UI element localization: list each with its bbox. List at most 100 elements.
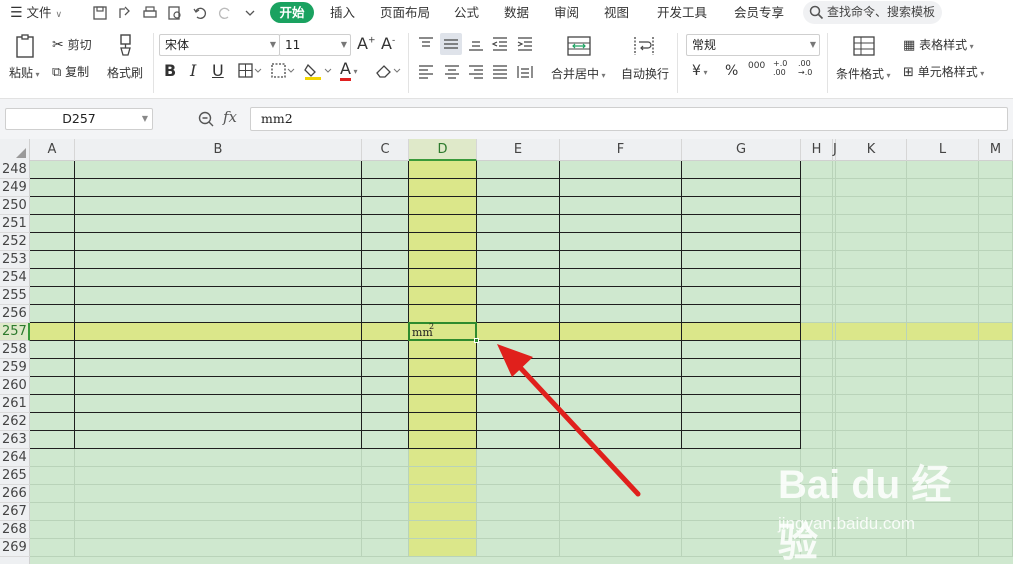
number-format-select[interactable]: 常规 ▼: [686, 34, 820, 56]
formula-input[interactable]: mm2: [250, 107, 1008, 131]
row-header-263[interactable]: 263: [0, 431, 30, 449]
command-search[interactable]: 查找命令、搜索模板: [803, 1, 942, 24]
row-header-260[interactable]: 260: [0, 377, 30, 395]
tab-home[interactable]: 开始: [270, 2, 314, 23]
border-icon[interactable]: [237, 62, 263, 80]
row-header-251[interactable]: 251: [0, 215, 30, 233]
conditional-format-button[interactable]: 条件格式 ▾: [836, 65, 891, 82]
bold-button[interactable]: B: [164, 61, 176, 80]
zoom-icon[interactable]: [197, 110, 215, 128]
format-painter-icon[interactable]: [116, 33, 136, 57]
decrease-font-icon[interactable]: A-: [381, 34, 395, 53]
fx-icon[interactable]: fx: [223, 108, 237, 126]
distributed-icon[interactable]: [516, 64, 534, 80]
column-header-e[interactable]: E: [477, 139, 560, 161]
row-header-259[interactable]: 259: [0, 359, 30, 377]
decrease-decimal-button[interactable]: .00 →.0: [798, 59, 812, 77]
selected-cell[interactable]: mm 2: [408, 322, 477, 341]
merge-center-icon[interactable]: [566, 35, 592, 57]
file-menu[interactable]: ☰ 文件 ∨: [10, 0, 62, 26]
row-header-257[interactable]: 257: [0, 323, 30, 341]
row-header-248[interactable]: 248: [0, 161, 30, 179]
row-header-267[interactable]: 267: [0, 503, 30, 521]
row-header-269[interactable]: 269: [0, 539, 30, 557]
table-style-button[interactable]: ▦ 表格样式 ▾: [903, 36, 974, 53]
column-header-h[interactable]: H: [801, 139, 833, 161]
underline-button[interactable]: U: [212, 61, 224, 80]
row-header-256[interactable]: 256: [0, 305, 30, 323]
decrease-indent-icon[interactable]: [491, 36, 509, 52]
font-size-select[interactable]: 11 ▼: [279, 34, 351, 56]
export-icon[interactable]: [116, 4, 134, 22]
increase-decimal-button[interactable]: +.0 .00: [773, 59, 787, 77]
row-header-258[interactable]: 258: [0, 341, 30, 359]
quick-access-chevron-icon[interactable]: [241, 4, 259, 22]
wrap-text-icon[interactable]: [631, 35, 657, 57]
column-header-c[interactable]: C: [362, 139, 409, 161]
tab-developer[interactable]: 开发工具: [657, 0, 707, 26]
tab-formula[interactable]: 公式: [454, 0, 479, 26]
format-painter-label[interactable]: 格式刷: [107, 64, 143, 81]
conditional-format-icon[interactable]: [852, 35, 876, 57]
print-icon[interactable]: [141, 4, 159, 22]
cut-button[interactable]: ✂ 剪切: [52, 36, 92, 53]
row-header-264[interactable]: 264: [0, 449, 30, 467]
percent-button[interactable]: %: [725, 63, 738, 79]
wrap-text-button[interactable]: 自动换行: [621, 65, 669, 82]
thousands-button[interactable]: 000: [748, 61, 765, 71]
paste-label[interactable]: 粘贴 ▾: [9, 64, 40, 81]
align-middle-icon[interactable]: [440, 33, 462, 55]
row-header-254[interactable]: 254: [0, 269, 30, 287]
row-header-255[interactable]: 255: [0, 287, 30, 305]
align-left-icon[interactable]: [417, 64, 435, 80]
row-header-250[interactable]: 250: [0, 197, 30, 215]
eraser-icon[interactable]: [373, 61, 401, 81]
column-header-d[interactable]: D: [409, 139, 477, 161]
increase-indent-icon[interactable]: [516, 36, 534, 52]
align-top-icon[interactable]: [417, 36, 435, 52]
fill-handle[interactable]: [474, 338, 479, 343]
column-header-a[interactable]: A: [30, 139, 75, 161]
row-header-266[interactable]: 266: [0, 485, 30, 503]
font-name-select[interactable]: 宋体 ▼: [159, 34, 280, 56]
column-header-g[interactable]: G: [682, 139, 801, 161]
align-right-icon[interactable]: [467, 64, 485, 80]
select-all-corner[interactable]: [0, 139, 30, 161]
copy-button[interactable]: ⧉ 复制: [52, 63, 89, 80]
row-header-268[interactable]: 268: [0, 521, 30, 539]
tab-data[interactable]: 数据: [504, 0, 529, 26]
increase-font-icon[interactable]: A+: [357, 34, 376, 53]
fill-color-icon[interactable]: [303, 61, 333, 81]
tab-review[interactable]: 审阅: [554, 0, 579, 26]
row-header-262[interactable]: 262: [0, 413, 30, 431]
cell-style-button[interactable]: ⊞ 单元格样式 ▾: [903, 63, 984, 80]
row-header-249[interactable]: 249: [0, 179, 30, 197]
tab-member[interactable]: 会员专享: [734, 0, 784, 26]
tab-insert[interactable]: 插入: [330, 0, 355, 26]
align-bottom-icon[interactable]: [467, 36, 485, 52]
font-color-button[interactable]: A ▾: [340, 59, 358, 81]
cell-area[interactable]: mm 2: [29, 160, 1013, 564]
redo-icon[interactable]: [216, 4, 234, 22]
italic-button[interactable]: I: [190, 61, 196, 80]
fill-pattern-icon[interactable]: [270, 62, 296, 80]
tab-view[interactable]: 视图: [604, 0, 629, 26]
tab-page-layout[interactable]: 页面布局: [380, 0, 430, 26]
row-header-265[interactable]: 265: [0, 467, 30, 485]
column-header-m[interactable]: M: [979, 139, 1013, 161]
undo-icon[interactable]: [191, 4, 209, 22]
justify-icon[interactable]: [491, 64, 509, 80]
print-preview-icon[interactable]: [166, 4, 184, 22]
row-header-253[interactable]: 253: [0, 251, 30, 269]
align-center-icon[interactable]: [443, 64, 461, 80]
paste-button[interactable]: [14, 33, 38, 59]
row-header-261[interactable]: 261: [0, 395, 30, 413]
name-box[interactable]: D257 ▼: [5, 108, 153, 130]
column-header-f[interactable]: F: [560, 139, 682, 161]
save-icon[interactable]: [91, 4, 109, 22]
currency-button[interactable]: ¥ ▾: [692, 63, 707, 79]
merge-center-button[interactable]: 合并居中 ▾: [551, 65, 606, 82]
row-header-252[interactable]: 252: [0, 233, 30, 251]
column-header-b[interactable]: B: [75, 139, 362, 161]
column-header-l[interactable]: L: [907, 139, 979, 161]
